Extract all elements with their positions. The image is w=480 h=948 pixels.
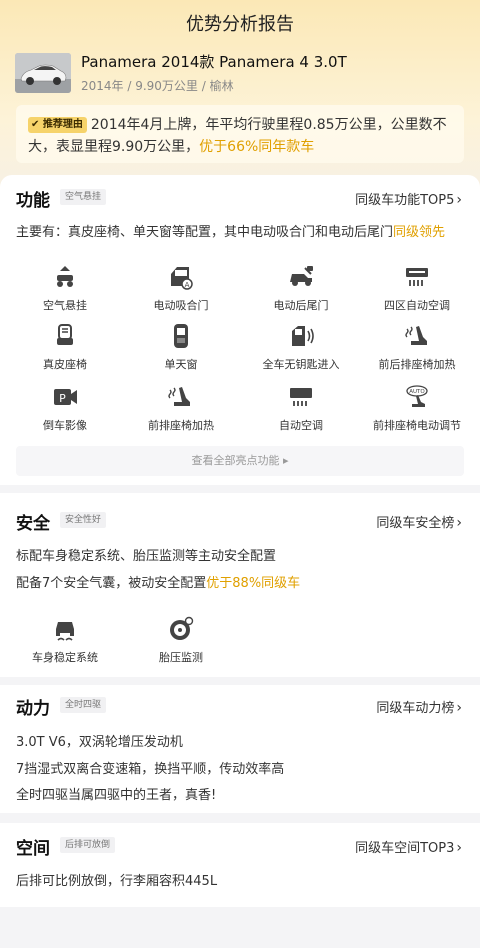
front-seat-heating-icon xyxy=(168,387,190,406)
recommend-tag: ✔ 推荐理由 xyxy=(28,117,87,133)
car-name: Panamera 2014款 Panamera 4 3.0T xyxy=(81,53,347,71)
features-rank-link[interactable]: 同级车功能TOP5 › xyxy=(355,189,462,208)
thumb-icon: ✔ xyxy=(31,119,40,130)
power-badge: 全时四驱 xyxy=(60,697,107,713)
reason-highlight: 优于66%同年款车 xyxy=(199,139,315,155)
space-line: 后排可比例放倒，行李厢容积445L xyxy=(16,874,218,889)
page-title: 优势分析报告 xyxy=(186,14,294,35)
features-badge: 空气悬挂 xyxy=(60,189,107,205)
power-rank-link[interactable]: 同级车动力榜 › xyxy=(376,697,462,716)
feature-item[interactable]: 四区自动空调 xyxy=(357,264,477,313)
power-line-2: 7挡湿式双离合变速箱，换挡平顺，传动效率高 xyxy=(16,762,285,777)
seat-heating-icon xyxy=(405,326,427,345)
tire-pressure-icon xyxy=(170,616,194,640)
feature-item[interactable]: 前后排座椅加热 xyxy=(357,323,477,372)
feature-item[interactable]: 全车无钥匙进入 xyxy=(241,323,361,372)
auto-ac-icon xyxy=(290,388,312,406)
four-zone-ac-icon xyxy=(406,268,428,286)
power-tailgate-icon xyxy=(290,266,313,286)
feature-item[interactable]: P 倒车影像 xyxy=(5,384,125,433)
keyless-entry-icon xyxy=(292,326,314,346)
power-seat-icon: AUTO xyxy=(406,385,428,407)
chevron-right-icon: › xyxy=(456,840,462,856)
leather-seat-icon xyxy=(57,324,73,345)
feature-item[interactable]: 前排座椅加热 xyxy=(121,384,241,433)
power-title: 动力 xyxy=(16,699,50,719)
chevron-right-icon: › xyxy=(456,700,462,716)
safety-rank-link[interactable]: 同级车安全榜 › xyxy=(376,512,462,531)
soft-close-door-icon: A xyxy=(171,267,193,290)
feature-item[interactable]: 空气悬挂 xyxy=(5,264,125,313)
car-meta: 2014年 / 9.90万公里 / 榆林 xyxy=(81,79,234,93)
feature-item[interactable]: 电动后尾门 xyxy=(241,264,361,313)
power-line-3: 全时四驱当属四驱中的王者，真香! xyxy=(16,788,217,803)
recommend-reason: ✔ 推荐理由 2014年4月上牌，年平均行驶里程0.85万公里，公里数不大，表显里… xyxy=(16,105,464,163)
power-line-1: 3.0T V6，双涡轮增压发动机 xyxy=(16,735,183,750)
safety-item[interactable]: 胎压监测 xyxy=(121,616,241,665)
view-all-features-button[interactable]: 查看全部亮点功能 ▸ xyxy=(16,446,464,476)
air-suspension-icon xyxy=(57,266,73,287)
sunroof-icon xyxy=(174,324,188,348)
svg-text:A: A xyxy=(185,281,190,289)
feature-item[interactable]: 单天窗 xyxy=(121,323,241,372)
safety-item[interactable]: 车身稳定系统 xyxy=(5,616,125,665)
chevron-right-icon: › xyxy=(456,515,462,531)
chevron-right-icon: › xyxy=(456,192,462,208)
safety-line-2: 配备7个安全气囊，被动安全配置优于88%同级车 xyxy=(16,576,301,591)
safety-title: 安全 xyxy=(16,514,50,534)
feature-item[interactable]: 自动空调 xyxy=(241,384,361,433)
safety-badge: 安全性好 xyxy=(60,512,107,528)
features-title: 功能 xyxy=(16,191,50,211)
svg-text:P: P xyxy=(59,392,66,405)
space-card xyxy=(0,823,480,907)
car-thumbnail[interactable] xyxy=(15,53,71,93)
space-badge: 后排可放倒 xyxy=(60,837,116,853)
space-rank-link[interactable]: 同级车空间TOP3 › xyxy=(355,837,462,856)
svg-text:AUTO: AUTO xyxy=(409,389,425,395)
feature-item[interactable]: AUTO 前排座椅电动调节 xyxy=(357,384,477,433)
features-summary: 主要有：真皮座椅、单天窗等配置，其中电动吸合门和电动后尾门同级领先 xyxy=(16,225,446,240)
safety-line-1: 标配车身稳定系统、胎压监测等主动安全配置 xyxy=(16,549,277,564)
feature-item[interactable]: 真皮座椅 xyxy=(5,323,125,372)
feature-item[interactable]: A 电动吸合门 xyxy=(121,264,241,313)
stability-control-icon xyxy=(56,622,74,641)
space-title: 空间 xyxy=(16,839,50,859)
reverse-camera-icon: P xyxy=(54,389,77,405)
